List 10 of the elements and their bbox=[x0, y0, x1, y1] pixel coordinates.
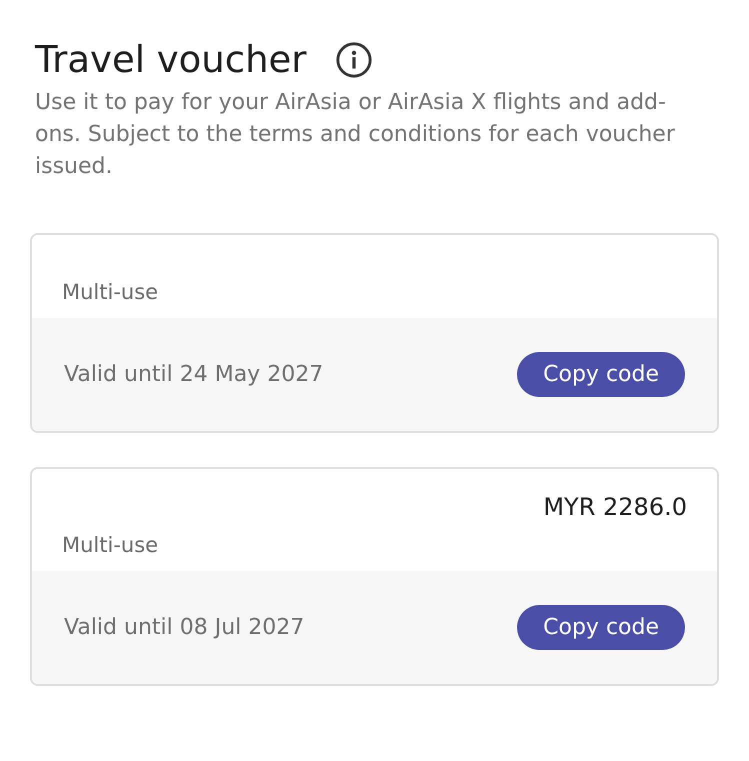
info-icon[interactable] bbox=[334, 40, 373, 78]
copy-code-button[interactable]: Copy code bbox=[517, 605, 685, 650]
voucher-type: Multi-use bbox=[62, 280, 160, 304]
voucher-amount: MYR 2286.0 bbox=[543, 493, 687, 521]
page-title: Travel voucher bbox=[35, 38, 307, 81]
validity-text: Valid until 08 Jul 2027 bbox=[64, 615, 304, 640]
copy-code-button[interactable]: Copy code bbox=[517, 352, 685, 397]
description-text: Use it to pay for your AirAsia or AirAsia X flights and add-ons. Subject to the terms and conditions for each voucher issued. bbox=[35, 89, 676, 181]
validity-text: Valid until 24 May 2027 bbox=[64, 362, 324, 387]
voucher-type: Multi-use bbox=[62, 533, 160, 557]
